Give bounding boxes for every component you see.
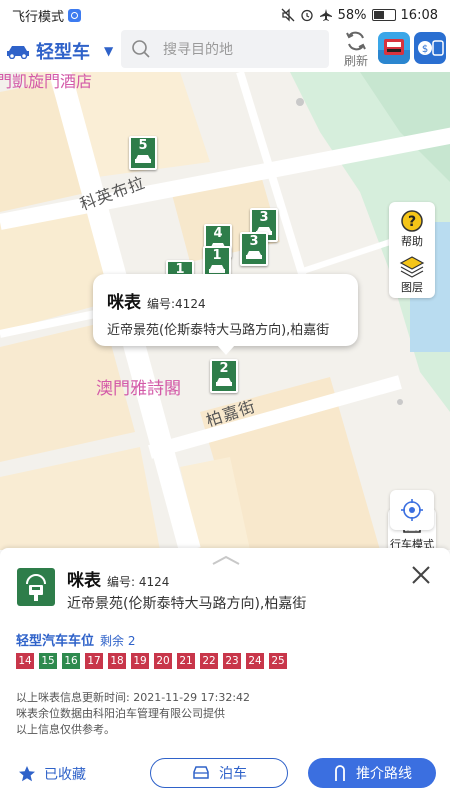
vehicle-type-label: 轻型车 (36, 42, 90, 63)
top-bar: 轻型车 ▼ 搜寻目的地 刷新 $ (0, 30, 450, 72)
close-icon[interactable] (410, 564, 432, 586)
parking-pin[interactable]: 5 (129, 136, 157, 172)
map-label-hotel: 澳門雅詩閣 (96, 379, 181, 399)
park-label: 泊车 (219, 766, 247, 782)
parking-app-icon[interactable] (378, 32, 410, 64)
pin-count: 5 (138, 138, 148, 153)
mute-icon (281, 8, 295, 22)
pin-count: 2 (219, 361, 229, 376)
airplane-icon (319, 9, 332, 21)
route-label: 推介路线 (356, 766, 412, 782)
callout-address: 近帝景苑(伦斯泰特大马路方向),柏嘉街 (107, 323, 330, 338)
parking-space-occupied: 23 (223, 653, 241, 669)
parking-meter-icon (17, 568, 55, 606)
parking-space-occupied: 25 (269, 653, 287, 669)
car-icon (135, 155, 151, 163)
help-label: 帮助 (401, 235, 423, 248)
shield-icon (68, 8, 82, 22)
sheet-address: 近帝景苑(伦斯泰特大马路方向),柏嘉街 (67, 596, 307, 612)
svg-text:?: ? (408, 214, 416, 230)
park-button[interactable]: 泊车 (150, 758, 288, 788)
sheet-title: 咪表 (67, 571, 101, 591)
info-notes: 以上咪表信息更新时间: 2021-11-29 17:32:42 咪表余位数据由科… (16, 690, 250, 738)
parking-space-free: 16 (62, 653, 80, 669)
status-bar: 飞行模式 58% 16:08 (0, 0, 450, 30)
map-label-hotel-top: 門凱旋門酒店 (0, 72, 93, 91)
parking-space-occupied: 17 (85, 653, 103, 669)
parking-space-occupied: 22 (200, 653, 218, 669)
callout-title: 咪表 (107, 293, 141, 313)
space-section-header: 轻型汽车车位 剩余 2 (16, 630, 135, 649)
star-icon (19, 766, 35, 782)
car-icon (7, 46, 29, 59)
refresh-label: 刷新 (343, 54, 368, 68)
meter-detail-sheet: 咪表 编号: 4124 近帝景苑(伦斯泰特大马路方向),柏嘉街 轻型汽车车位 剩… (0, 548, 450, 800)
layers-button[interactable]: 图层 (389, 252, 435, 298)
remaining-count: 剩余 2 (100, 634, 136, 648)
refresh-button[interactable]: 刷新 (336, 30, 376, 70)
info-line: 以上信息仅供参考。 (16, 723, 115, 736)
sheet-title-row: 咪表 编号: 4124 (67, 566, 169, 591)
refresh-icon (346, 31, 366, 51)
search-icon (132, 40, 150, 58)
payment-app-icon[interactable]: $ (414, 32, 446, 64)
parking-pin[interactable]: 3 (240, 232, 268, 268)
info-line: 以上咪表信息更新时间: 2021-11-29 17:32:42 (16, 691, 251, 704)
sheet-code: 编号: 4124 (107, 575, 170, 589)
map-view[interactable]: 門凱旋門酒店 科英布拉 澳門雅詩閣 柏嘉街 5 3 4 3 1 1 2 咪表 编… (0, 72, 450, 550)
alarm-icon (300, 9, 313, 22)
parking-space-occupied: 18 (108, 653, 126, 669)
locate-button[interactable] (390, 490, 434, 530)
caret-down-icon: ▼ (104, 44, 114, 58)
favorite-label: 已收藏 (44, 767, 86, 783)
layers-label: 图层 (401, 281, 423, 294)
sheet-handle-chevron-icon[interactable] (211, 554, 241, 566)
battery-percent: 58% (337, 7, 367, 23)
info-line: 咪表余位数据由科阳泊车管理有限公司提供 (16, 707, 225, 720)
route-icon (335, 765, 345, 781)
help-icon: ? (401, 210, 423, 232)
parking-space-list: 14 15 16 17 18 19 20 21 22 23 24 25 (16, 653, 287, 669)
favorite-button[interactable]: 已收藏 (18, 764, 86, 784)
help-button[interactable]: ? 帮助 (389, 206, 435, 252)
pin-count: 1 (212, 248, 222, 263)
parking-space-occupied: 14 (16, 653, 34, 669)
search-input[interactable]: 搜寻目的地 (121, 30, 329, 68)
parking-space-free: 15 (39, 653, 57, 669)
parking-space-occupied: 24 (246, 653, 264, 669)
clock: 16:08 (400, 7, 438, 23)
search-placeholder: 搜寻目的地 (163, 42, 233, 58)
action-bar: 已收藏 泊车 推介路线 (0, 756, 450, 792)
meter-callout[interactable]: 咪表 编号:4124 近帝景苑(伦斯泰特大马路方向),柏嘉街 (93, 274, 358, 355)
pin-count: 4 (213, 226, 223, 241)
car-icon (246, 251, 262, 259)
car-icon (216, 378, 232, 386)
parking-pin-selected[interactable]: 2 (210, 359, 238, 395)
parking-space-occupied: 19 (131, 653, 149, 669)
locate-icon (401, 499, 423, 521)
battery-icon (371, 9, 396, 21)
map-tools-panel: ? 帮助 图层 (389, 202, 435, 298)
pin-count: 3 (259, 210, 269, 225)
recommend-route-button[interactable]: 推介路线 (308, 758, 436, 788)
svg-text:$: $ (422, 44, 428, 55)
vehicle-type-selector[interactable]: 轻型车 ▼ (0, 38, 120, 64)
pin-count: 3 (249, 234, 259, 249)
space-type-label: 轻型汽车车位 (16, 634, 95, 649)
layers-icon (399, 256, 425, 278)
car-icon (193, 766, 209, 779)
callout-code: 编号:4124 (147, 297, 206, 311)
parking-space-occupied: 21 (177, 653, 195, 669)
parking-space-occupied: 20 (154, 653, 172, 669)
battery-fill (373, 11, 385, 19)
airplane-mode-label: 飞行模式 (12, 9, 65, 25)
